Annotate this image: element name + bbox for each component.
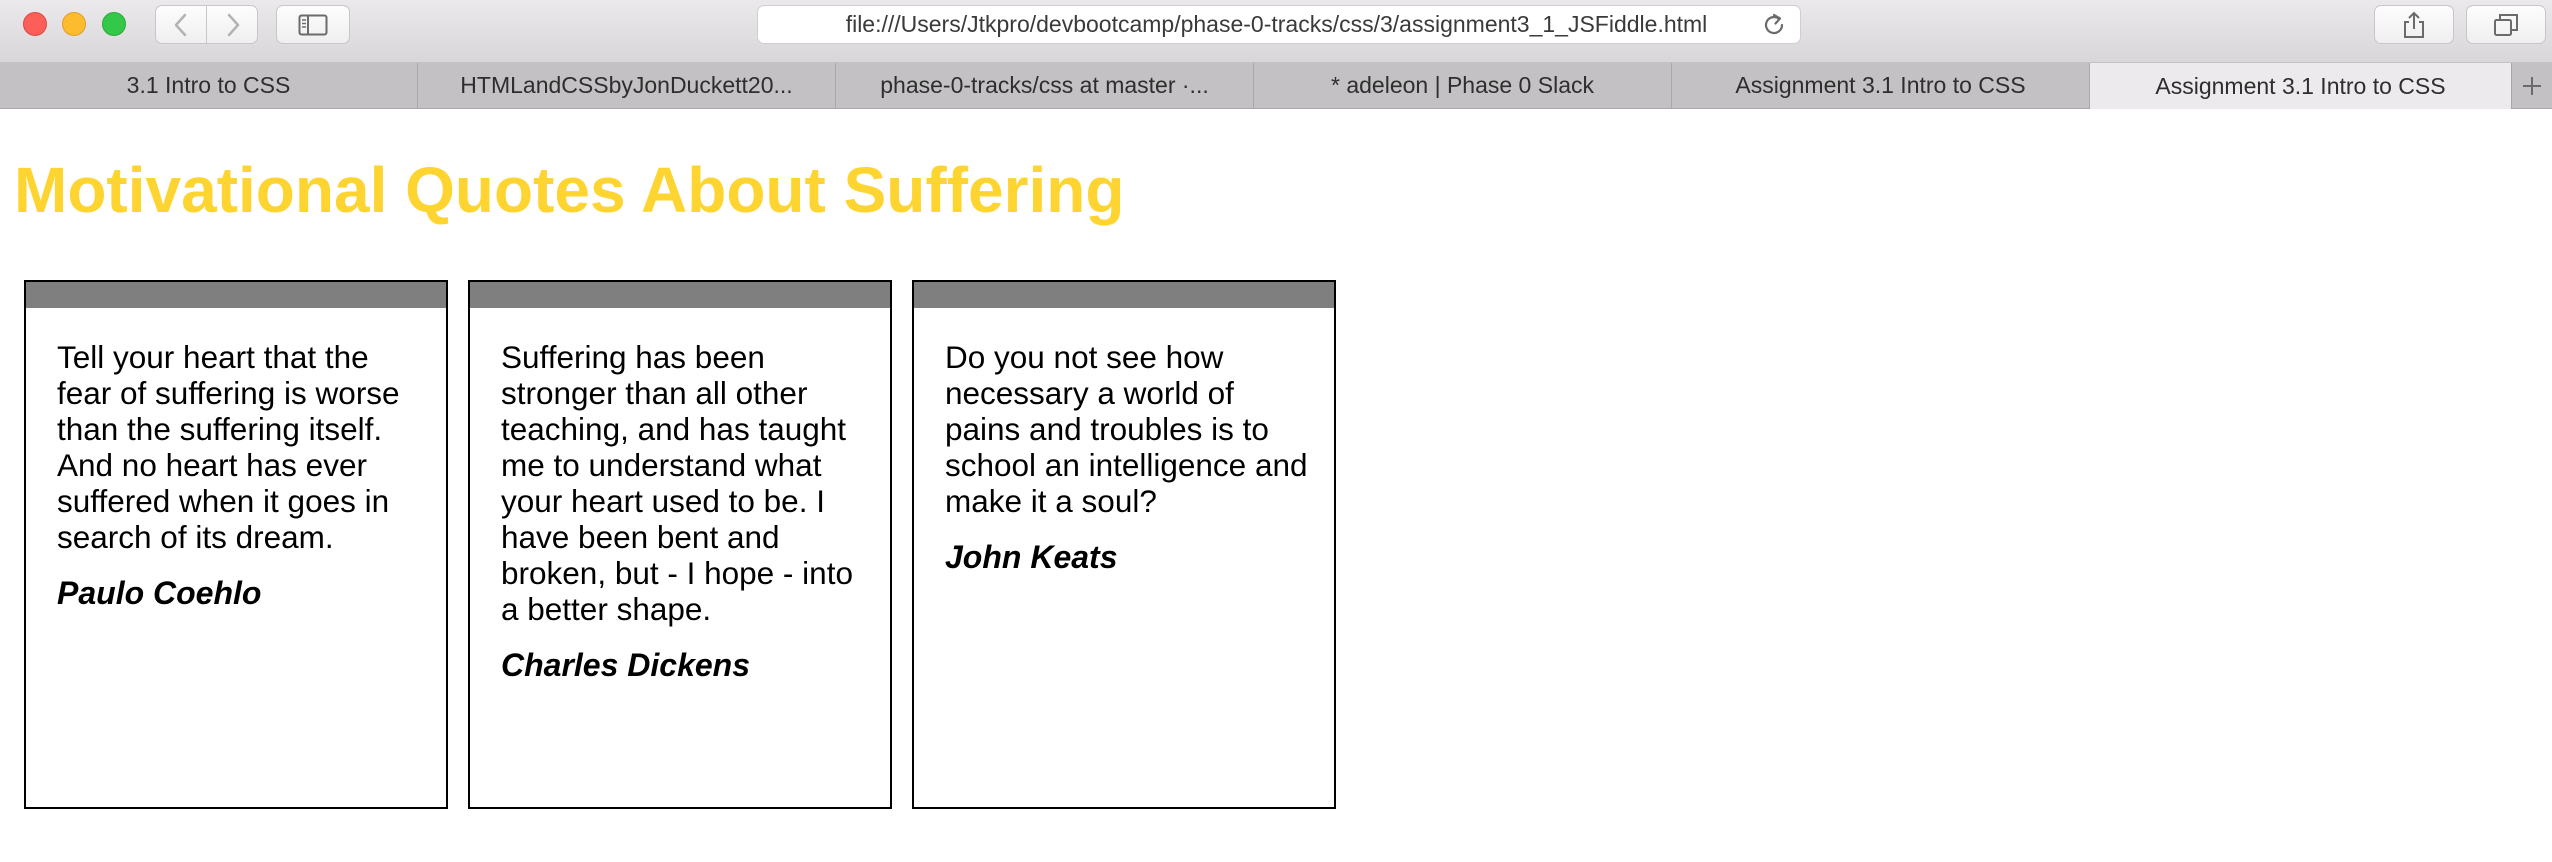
tab-jon-duckett-book[interactable]: HTMLandCSSbyJonDuckett20... bbox=[418, 63, 836, 108]
quote-card: Suffering has been stronger than all oth… bbox=[468, 280, 892, 809]
quote-author: Paulo Coehlo bbox=[57, 575, 262, 611]
card-body: Do you not see how necessary a world of … bbox=[945, 339, 1315, 576]
quote-card: Tell your heart that the fear of sufferi… bbox=[24, 280, 448, 809]
tab-label: Assignment 3.1 Intro to CSS bbox=[2155, 72, 2446, 99]
close-window-button[interactable] bbox=[23, 12, 47, 36]
tab-label: 3.1 Intro to CSS bbox=[126, 72, 291, 98]
zoom-window-button[interactable] bbox=[102, 12, 126, 36]
plus-icon bbox=[2523, 76, 2541, 95]
card-body: Tell your heart that the fear of sufferi… bbox=[57, 339, 427, 612]
share-button[interactable] bbox=[2374, 5, 2454, 44]
tab-label: phase-0-tracks/css at master ·... bbox=[880, 72, 1209, 98]
chevron-left-icon bbox=[174, 13, 187, 36]
tab-github-phase-0-tracks[interactable]: phase-0-tracks/css at master ·... bbox=[836, 63, 1254, 108]
chevron-right-icon bbox=[227, 13, 239, 36]
sidebar-toggle-button[interactable] bbox=[276, 5, 350, 44]
browser-toolbar: file:///Users/Jtkpro/devbootcamp/phase-0… bbox=[0, 0, 2552, 63]
navigation-button-group bbox=[155, 5, 258, 44]
reload-icon[interactable] bbox=[1760, 11, 1788, 39]
tab-overview-button[interactable] bbox=[2466, 5, 2546, 44]
url-text[interactable]: file:///Users/Jtkpro/devbootcamp/phase-0… bbox=[804, 6, 1749, 43]
tab-intro-to-css[interactable]: 3.1 Intro to CSS bbox=[0, 63, 418, 108]
address-bar[interactable]: file:///Users/Jtkpro/devbootcamp/phase-0… bbox=[757, 5, 1801, 44]
new-tab-button[interactable] bbox=[2512, 63, 2552, 108]
share-icon bbox=[2404, 11, 2424, 38]
back-button[interactable] bbox=[156, 6, 207, 43]
quote-text: Suffering has been stronger than all oth… bbox=[501, 339, 853, 627]
quote-text: Do you not see how necessary a world of … bbox=[945, 339, 1308, 519]
card-header-bar bbox=[470, 282, 890, 308]
card-header-bar bbox=[914, 282, 1334, 308]
card-body: Suffering has been stronger than all oth… bbox=[501, 339, 871, 684]
tab-label: * adeleon | Phase 0 Slack bbox=[1331, 72, 1594, 98]
forward-button[interactable] bbox=[207, 6, 257, 43]
tab-assignment-3-1-active[interactable]: Assignment 3.1 Intro to CSS bbox=[2090, 63, 2512, 109]
tab-label: HTMLandCSSbyJonDuckett20... bbox=[460, 72, 793, 98]
page-title: Motivational Quotes About Suffering bbox=[14, 154, 1125, 226]
card-header-bar bbox=[26, 282, 446, 308]
quote-text: Tell your heart that the fear of sufferi… bbox=[57, 339, 400, 555]
tab-bar: 3.1 Intro to CSS HTMLandCSSbyJonDuckett2… bbox=[0, 63, 2552, 109]
tabs-overview-icon bbox=[2494, 13, 2518, 36]
sidebar-icon bbox=[298, 14, 328, 35]
tab-slack[interactable]: * adeleon | Phase 0 Slack bbox=[1254, 63, 1672, 108]
quote-author: John Keats bbox=[945, 539, 1118, 575]
quote-author: Charles Dickens bbox=[501, 647, 751, 683]
tab-label: Assignment 3.1 Intro to CSS bbox=[1735, 72, 2026, 98]
quote-card: Do you not see how necessary a world of … bbox=[912, 280, 1336, 809]
tab-assignment-3-1[interactable]: Assignment 3.1 Intro to CSS bbox=[1672, 63, 2090, 108]
minimize-window-button[interactable] bbox=[62, 12, 86, 36]
